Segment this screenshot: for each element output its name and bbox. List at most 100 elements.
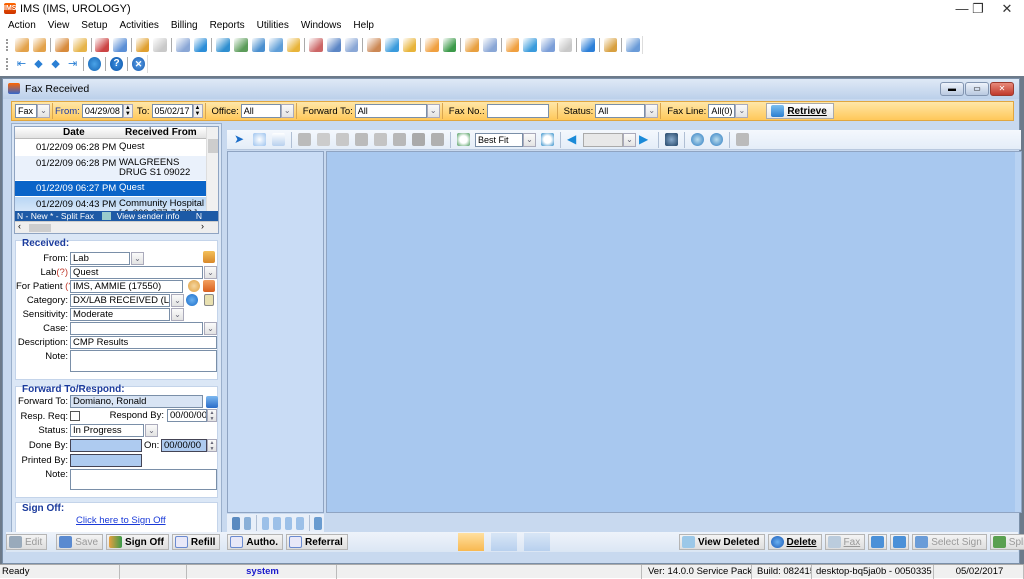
toolbar-button-icon[interactable] bbox=[367, 38, 381, 52]
next-record-icon[interactable]: ◆ bbox=[49, 57, 62, 71]
done-on-input[interactable]: 00/00/00 bbox=[161, 439, 207, 452]
select-recipient-icon[interactable] bbox=[206, 396, 218, 408]
forward-to-input[interactable]: Domiano, Ronald bbox=[70, 395, 203, 408]
toolbar-button-icon[interactable] bbox=[523, 38, 537, 52]
previous-record-icon[interactable]: ◆ bbox=[32, 57, 45, 71]
toolbar-button-icon[interactable] bbox=[216, 38, 230, 52]
document-view-pane[interactable] bbox=[326, 151, 1022, 513]
fax-list-row[interactable]: 01/22/09 04:43 PM Community Hospital [ 1… bbox=[15, 197, 208, 211]
from-dropdown-icon[interactable]: ⌄ bbox=[131, 252, 144, 265]
type-dropdown-icon[interactable]: ⌄ bbox=[37, 104, 50, 118]
status-select[interactable]: In Progress bbox=[70, 424, 144, 437]
toolbar-button-icon[interactable] bbox=[403, 38, 417, 52]
scan-icon[interactable] bbox=[314, 517, 322, 530]
referral-button[interactable]: Referral bbox=[286, 534, 348, 550]
thumbnails-grid-icon[interactable] bbox=[296, 517, 304, 530]
split-button[interactable]: Split bbox=[990, 534, 1024, 550]
sign-off-link[interactable]: Click here to Sign Off bbox=[76, 515, 166, 526]
edit-button[interactable]: Edit bbox=[6, 534, 47, 550]
child-close-button[interactable]: ✕ bbox=[990, 82, 1014, 96]
menu-activities[interactable]: Activities bbox=[113, 19, 164, 33]
marker-tool-icon[interactable] bbox=[393, 133, 406, 146]
menu-help[interactable]: Help bbox=[347, 19, 380, 33]
menu-view[interactable]: View bbox=[42, 19, 76, 33]
child-minimize-button[interactable]: ▬ bbox=[940, 82, 964, 96]
toolbar-button-icon[interactable] bbox=[345, 38, 359, 52]
toolbar-button-icon[interactable] bbox=[194, 38, 208, 52]
received-note-input[interactable] bbox=[70, 350, 217, 372]
toolbar-button-icon[interactable] bbox=[327, 38, 341, 52]
menu-action[interactable]: Action bbox=[2, 19, 42, 33]
retrieve-button[interactable]: Retrieve bbox=[766, 103, 833, 119]
actual-size-icon[interactable] bbox=[262, 517, 270, 530]
office-select[interactable]: All bbox=[241, 104, 281, 118]
toolbar-button-icon[interactable] bbox=[287, 38, 301, 52]
fax-line-select[interactable]: All(0) bbox=[708, 104, 735, 118]
toolbar-button-icon[interactable] bbox=[55, 38, 69, 52]
done-on-spinner[interactable]: ▲▼ bbox=[207, 439, 217, 452]
delete-button[interactable]: Delete bbox=[768, 534, 822, 550]
fax-button[interactable]: Fax bbox=[825, 534, 866, 550]
toolbar-button-icon[interactable] bbox=[541, 38, 555, 52]
toolbar-button-icon[interactable] bbox=[581, 38, 595, 52]
fax-list-row[interactable]: 01/22/09 06:28 PM Quest bbox=[15, 140, 208, 155]
zoom-level-select[interactable]: Best Fit bbox=[475, 133, 523, 147]
layout-split-icon[interactable] bbox=[524, 533, 550, 551]
fit-width-icon[interactable] bbox=[273, 517, 281, 530]
previous-page-icon[interactable]: ◀ bbox=[567, 133, 580, 146]
close-button[interactable]: ✕ bbox=[990, 0, 1024, 18]
fax-list-row-selected[interactable]: 01/22/09 06:27 PM Quest bbox=[15, 181, 208, 196]
category-select[interactable]: DX/LAB RECEIVED (LABS bbox=[70, 294, 170, 307]
toolbar-button-icon[interactable] bbox=[15, 38, 29, 52]
toolbar-button-icon[interactable] bbox=[385, 38, 399, 52]
text-tool-icon[interactable] bbox=[336, 133, 349, 146]
fax-list-horizontal-scrollbar[interactable]: ‹ › bbox=[15, 221, 218, 233]
category-notes-icon[interactable] bbox=[204, 294, 214, 306]
toolbar-button-icon[interactable] bbox=[443, 38, 457, 52]
fax-list-row[interactable]: 01/22/09 06:28 PM WALGREENS DRUG S1 0902… bbox=[15, 156, 208, 180]
forward-to-select[interactable]: All bbox=[355, 104, 427, 118]
sensitivity-dropdown-icon[interactable]: ⌄ bbox=[171, 308, 184, 321]
select-sign-button[interactable]: Select Sign bbox=[912, 534, 987, 550]
view-sender-info-link[interactable]: View sender info bbox=[117, 211, 180, 221]
sign-next-button[interactable] bbox=[890, 534, 909, 550]
view-deleted-button[interactable]: View Deleted bbox=[679, 534, 765, 550]
scroll-left-icon[interactable]: ‹ bbox=[18, 221, 21, 231]
status-dropdown-icon[interactable]: ⌄ bbox=[645, 104, 658, 118]
toolbar-button-icon[interactable] bbox=[252, 38, 266, 52]
printed-by-input[interactable] bbox=[70, 454, 142, 467]
toolbar-button-icon[interactable] bbox=[33, 38, 47, 52]
received-from-select[interactable]: Lab bbox=[70, 252, 130, 265]
pointer-tool-icon[interactable]: ➤ bbox=[234, 133, 247, 146]
toolbar-button-icon[interactable] bbox=[73, 38, 87, 52]
patient-input[interactable]: IMS, AMMIE (17550) bbox=[70, 280, 183, 293]
column-date[interactable]: Date bbox=[63, 127, 85, 138]
menu-utilities[interactable]: Utilities bbox=[251, 19, 295, 33]
toolbar-button-icon[interactable] bbox=[604, 38, 618, 52]
single-page-icon[interactable] bbox=[232, 517, 240, 530]
address-book-icon[interactable] bbox=[203, 251, 215, 263]
toolbar-button-icon[interactable] bbox=[483, 38, 497, 52]
toolbar-button-icon[interactable] bbox=[136, 38, 150, 52]
stamp-tool-icon[interactable] bbox=[355, 133, 368, 146]
last-record-icon[interactable]: ⇥ bbox=[66, 57, 79, 71]
scroll-thumb[interactable] bbox=[208, 139, 218, 153]
layout-horizontal-icon[interactable] bbox=[491, 533, 517, 551]
refresh-icon[interactable] bbox=[88, 57, 101, 71]
to-date-input[interactable]: 05/02/17 bbox=[152, 104, 193, 118]
forward-note-input[interactable] bbox=[70, 469, 217, 490]
toolbar-grip[interactable] bbox=[6, 58, 9, 70]
toolbar-button-icon[interactable] bbox=[269, 38, 283, 52]
zoom-dropdown-icon[interactable]: ⌄ bbox=[523, 133, 536, 147]
type-select[interactable]: Fax bbox=[15, 104, 37, 118]
next-page-icon[interactable]: ▶ bbox=[639, 133, 652, 146]
fax-line-dropdown-icon[interactable]: ⌄ bbox=[735, 104, 748, 118]
toolbar-button-icon[interactable] bbox=[234, 38, 248, 52]
pan-tool-icon[interactable] bbox=[253, 133, 266, 146]
fit-height-icon[interactable] bbox=[285, 517, 293, 530]
respond-by-input[interactable]: 00/00/00 bbox=[167, 409, 207, 422]
sign-prev-button[interactable] bbox=[868, 534, 887, 550]
case-select[interactable] bbox=[70, 322, 203, 335]
toolbar-button-icon[interactable] bbox=[113, 38, 127, 52]
layout-vertical-icon[interactable] bbox=[458, 533, 484, 551]
